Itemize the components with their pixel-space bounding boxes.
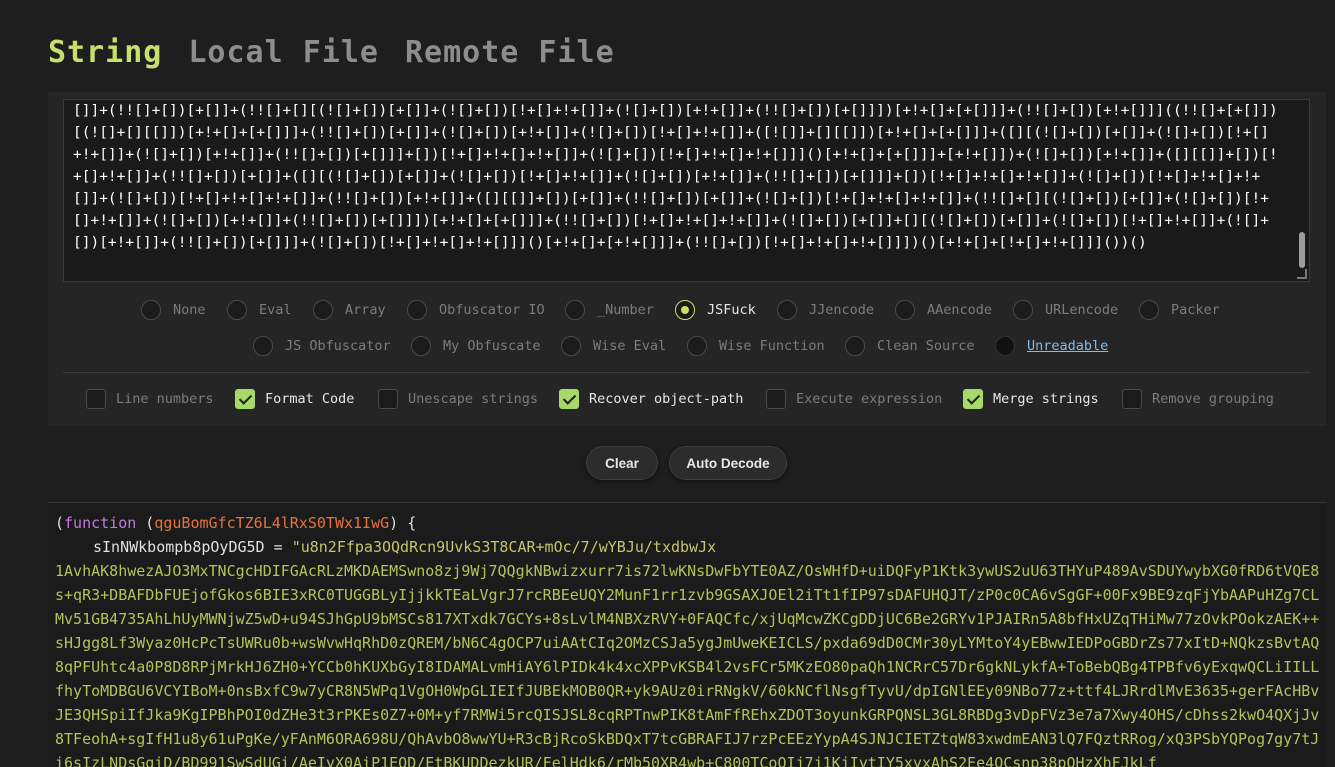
radio-wise-function[interactable]: Wise Function [687, 336, 825, 356]
checkbox-line-numbers[interactable]: Line numbers [86, 389, 214, 409]
radio-circle[interactable] [895, 300, 915, 320]
radio-label: Packer [1171, 302, 1220, 318]
radio-obfuscator-io[interactable]: Obfuscator IO [407, 300, 545, 320]
checkbox-execute-expression[interactable]: Execute expression [766, 389, 942, 409]
checkbox-label: Unescape strings [408, 391, 539, 407]
radio-label: Obfuscator IO [439, 302, 545, 318]
radio-none[interactable]: None [141, 300, 206, 320]
code-param: qguBomGfcTZ6L4lRxS0TWx1IwG [154, 514, 390, 532]
radio-circle[interactable] [675, 300, 695, 320]
checkbox-format-code[interactable]: Format Code [235, 389, 354, 409]
code-var: sInNWkbompb8pOyDG5D [93, 538, 265, 556]
checkbox-label: Line numbers [116, 391, 214, 407]
checkbox-label: Execute expression [796, 391, 943, 407]
radio-urlencode[interactable]: URLencode [1013, 300, 1118, 320]
code-assign: = [264, 538, 292, 556]
radio-packer[interactable]: Packer [1139, 300, 1220, 320]
clear-button[interactable]: Clear [586, 446, 658, 480]
radio-js-obfuscator[interactable]: JS Obfuscator [253, 336, 391, 356]
radio-label: My Obfuscate [443, 338, 541, 354]
checkbox-box[interactable] [86, 389, 106, 409]
radio-circle[interactable] [253, 336, 273, 356]
radio-label: Clean Source [877, 338, 975, 354]
checkbox-box[interactable] [963, 389, 983, 409]
input-textarea[interactable]: []]+(!![]+[])[+[]]+(!![]+[][(![]+[])[+[]… [63, 99, 1310, 282]
checkbox-unescape-strings[interactable]: Unescape strings [378, 389, 538, 409]
output-code: (function (qguBomGfcTZ6L4lRxS0TWx1IwG) {… [55, 511, 1320, 767]
radio-aaencode[interactable]: AAencode [895, 300, 992, 320]
radio-my-obfuscate[interactable]: My Obfuscate [411, 336, 541, 356]
radio-label: Array [345, 302, 386, 318]
tab-string[interactable]: String [48, 34, 162, 74]
code-paren: ( [55, 514, 65, 532]
radio-number[interactable]: _Number [565, 300, 654, 320]
checkbox-box[interactable] [559, 389, 579, 409]
radio-circle[interactable] [411, 336, 431, 356]
radio-circle[interactable] [1013, 300, 1033, 320]
radio-label-link[interactable]: Unreadable [1027, 338, 1108, 354]
checkbox-merge-strings[interactable]: Merge strings [963, 389, 1099, 409]
radio-jsfuck[interactable]: JSFuck [675, 300, 756, 320]
checkbox-label: Remove grouping [1152, 391, 1274, 407]
checkbox-box[interactable] [378, 389, 398, 409]
radio-label: JJencode [809, 302, 875, 318]
radio-label: _Number [597, 302, 654, 318]
code-keyword: function [64, 514, 137, 532]
radio-circle[interactable] [227, 300, 247, 320]
checkbox-remove-grouping[interactable]: Remove grouping [1122, 389, 1274, 409]
code-paren: ( [136, 514, 155, 532]
source-tabs: String Local File Remote File [48, 34, 615, 74]
radio-label: JSFuck [707, 302, 756, 318]
checkbox-recover-object-path[interactable]: Recover object-path [559, 389, 743, 409]
options-divider [63, 372, 1310, 373]
radio-array[interactable]: Array [313, 300, 386, 320]
radio-circle[interactable] [845, 336, 865, 356]
radio-jjencode[interactable]: JJencode [777, 300, 874, 320]
radio-label: JS Obfuscator [285, 338, 391, 354]
tab-local-file[interactable]: Local File [188, 34, 379, 74]
checkbox-label: Recover object-path [589, 391, 744, 407]
checkbox-label: Format Code [265, 391, 355, 407]
radio-circle[interactable] [1139, 300, 1159, 320]
radio-label: Eval [259, 302, 292, 318]
radio-unreadable[interactable]: Unreadable [995, 336, 1108, 356]
radio-circle[interactable] [565, 300, 585, 320]
code-string-continuation: 1AvhAK8hwezAJO3MxTNCgcHDIFGAcRLzMKDAEMSw… [55, 562, 1320, 767]
radio-circle[interactable] [407, 300, 427, 320]
checkbox-box[interactable] [766, 389, 786, 409]
checkbox-label: Merge strings [993, 391, 1099, 407]
code-line-2: sInNWkbompb8pOyDG5D = "u8n2Ffpa3OQdRcn9U… [55, 535, 1320, 559]
auto-decode-button[interactable]: Auto Decode [669, 446, 787, 480]
radio-eval[interactable]: Eval [227, 300, 292, 320]
code-string-head: "u8n2Ffpa3OQdRcn9UvkS3T8CAR+mOc/7/wYBJu/… [291, 538, 717, 556]
code-brace: ) { [389, 514, 417, 532]
tab-remote-file[interactable]: Remote File [405, 34, 615, 74]
radio-label: URLencode [1045, 302, 1119, 318]
radio-circle[interactable] [141, 300, 161, 320]
radio-circle[interactable] [687, 336, 707, 356]
resize-handle[interactable] [1297, 269, 1307, 279]
code-line-1: (function (qguBomGfcTZ6L4lRxS0TWx1IwG) { [55, 511, 1320, 535]
radio-clean-source[interactable]: Clean Source [845, 336, 975, 356]
checkbox-box[interactable] [235, 389, 255, 409]
radio-label: Wise Function [719, 338, 825, 354]
output-code-panel[interactable]: (function (qguBomGfcTZ6L4lRxS0TWx1IwG) {… [48, 502, 1326, 767]
radio-circle[interactable] [777, 300, 797, 320]
radio-label: AAencode [927, 302, 993, 318]
input-code-text[interactable]: []]+(!![]+[])[+[]]+(!![]+[][(![]+[])[+[]… [73, 100, 1283, 254]
radio-circle[interactable] [995, 336, 1015, 356]
radio-label: Wise Eval [593, 338, 667, 354]
radio-wise-eval[interactable]: Wise Eval [561, 336, 666, 356]
radio-circle[interactable] [313, 300, 333, 320]
radio-circle[interactable] [561, 336, 581, 356]
radio-label: None [173, 302, 206, 318]
input-scrollbar[interactable] [1299, 232, 1305, 268]
checkbox-box[interactable] [1122, 389, 1142, 409]
